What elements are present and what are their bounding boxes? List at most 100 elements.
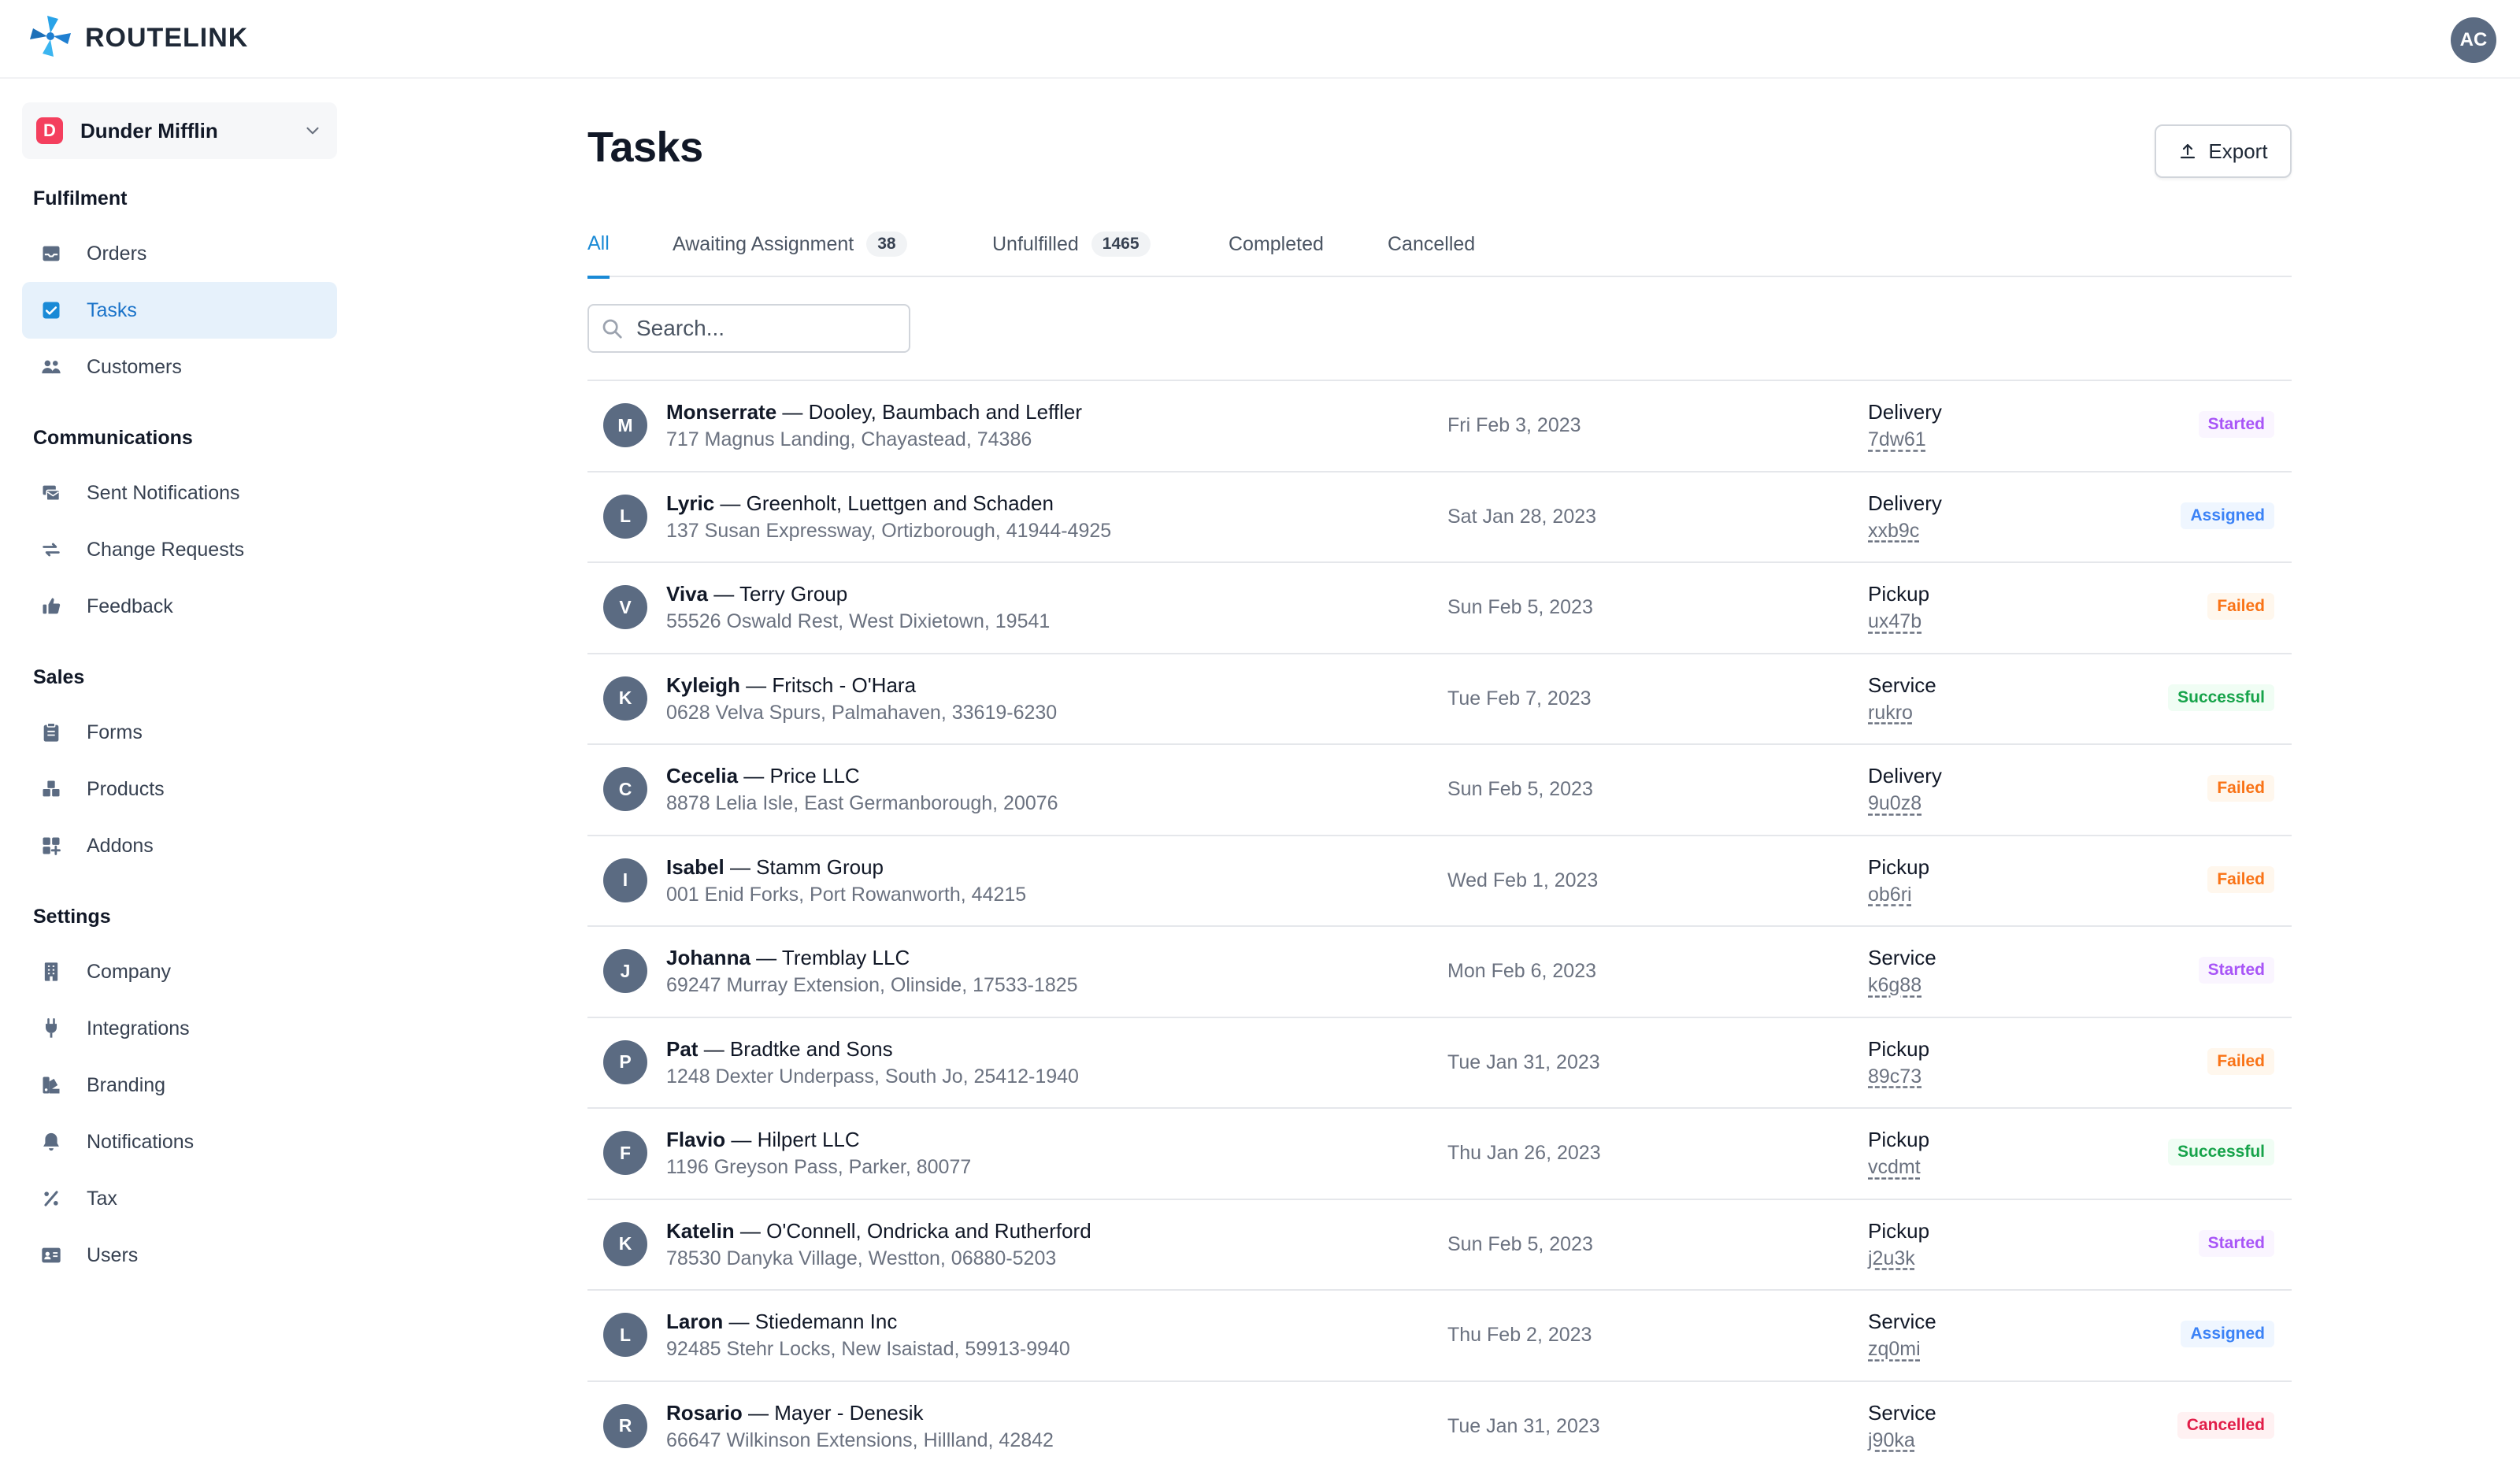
search-input[interactable] [636, 316, 888, 341]
sidebar-item-customers[interactable]: Customers [22, 339, 337, 395]
customer-address: 78530 Danyka Village, Westton, 06880-520… [666, 1247, 1057, 1269]
task-customer: Flavio — Hilpert LLC [666, 1128, 860, 1152]
boxes-icon [39, 777, 63, 801]
sidebar-item-sent-notifications[interactable]: Sent Notifications [22, 465, 337, 521]
sidebar-item-label: Orders [87, 242, 147, 265]
tab-unfulfilled[interactable]: Unfulfilled 1465 [992, 211, 1151, 277]
sidebar: D Dunder Mifflin Fulfilment Orders Tasks… [0, 80, 346, 1460]
customer-company: Greenholt, Luettgen and Schaden [746, 491, 1054, 515]
task-row[interactable]: L Laron — Stiedemann Inc 92485 Stehr Locks… [587, 1291, 2292, 1382]
task-row[interactable]: J Johanna — Tremblay LLC 69247 Murray Exte… [587, 927, 2292, 1018]
customer-name: Kyleigh [666, 673, 740, 697]
customer-avatar: M [603, 403, 647, 447]
task-type: Service [1868, 673, 1936, 697]
thumbs-up-icon [39, 595, 63, 618]
user-avatar[interactable]: AC [2451, 17, 2496, 63]
task-row[interactable]: V Viva — Terry Group 55526 Oswald Rest, We… [587, 563, 2292, 654]
task-row[interactable]: M Monserrate — Dooley, Baumbach and Leffl… [587, 381, 2292, 472]
task-reference-link[interactable]: xxb9c [1868, 520, 1919, 543]
sidebar-item-notifications[interactable]: Notifications [22, 1114, 337, 1170]
em-dash: — [723, 1310, 755, 1333]
customer-address: 1248 Dexter Underpass, South Jo, 25412-1… [666, 1065, 1079, 1088]
task-reference-link[interactable]: j2u3k [1868, 1247, 1915, 1270]
sidebar-item-label: Products [87, 777, 165, 800]
grid-plus-icon [39, 834, 63, 858]
status-badge: Started [2198, 411, 2274, 438]
task-type: Pickup [1868, 1218, 1930, 1243]
task-date: Tue Jan 31, 2023 [1447, 1051, 1600, 1073]
task-customer: Lyric — Greenholt, Luettgen and Schaden [666, 491, 1054, 516]
sidebar-item-tax[interactable]: Tax [22, 1170, 337, 1227]
logo[interactable]: ROUTELINK [27, 13, 248, 64]
task-type: Delivery [1868, 764, 1942, 787]
customer-company: Bradtke and Sons [729, 1036, 893, 1061]
sidebar-item-products[interactable]: Products [22, 761, 337, 817]
tab-awaiting-assignment[interactable]: Awaiting Assignment 38 [673, 211, 907, 277]
sidebar-item-orders[interactable]: Orders [22, 225, 337, 282]
task-date: Sun Feb 5, 2023 [1447, 1232, 1593, 1255]
task-row[interactable]: F Flavio — Hilpert LLC 1196 Greyson Pass, … [587, 1109, 2292, 1200]
tab-count-badge: 38 [866, 232, 907, 257]
status-badge: Started [2198, 957, 2274, 984]
customer-avatar: P [603, 1039, 647, 1084]
task-date: Thu Jan 26, 2023 [1447, 1142, 1601, 1164]
sidebar-item-tasks[interactable]: Tasks [22, 282, 337, 339]
task-type: Pickup [1868, 1128, 1930, 1151]
customer-address: 92485 Stehr Locks, New Isaistad, 59913-9… [666, 1338, 1070, 1360]
building-icon [39, 960, 63, 984]
sidebar-item-forms[interactable]: Forms [22, 704, 337, 761]
task-reference-link[interactable]: 7dw61 [1868, 428, 1926, 451]
task-date: Wed Feb 1, 2023 [1447, 869, 1599, 891]
task-row[interactable]: P Pat — Bradtke and Sons 1248 Dexter Under… [587, 1018, 2292, 1109]
sidebar-item-change-requests[interactable]: Change Requests [22, 521, 337, 578]
customer-name: Monserrate [666, 400, 777, 424]
customer-address: 001 Enid Forks, Port Rowanworth, 44215 [666, 883, 1027, 906]
task-reference-link[interactable]: 9u0z8 [1868, 792, 1922, 815]
sidebar-item-label: Integrations [87, 1017, 190, 1039]
sidebar-item-users[interactable]: Users [22, 1227, 337, 1284]
sidebar-item-label: Sent Notifications [87, 481, 240, 504]
sidebar-item-label: Feedback [87, 595, 173, 617]
task-row[interactable]: L Lyric — Greenholt, Luettgen and Schaden… [587, 472, 2292, 563]
task-reference-link[interactable]: zq0mi [1868, 1338, 1921, 1361]
task-reference-link[interactable]: k6g88 [1868, 974, 1922, 997]
task-reference-link[interactable]: ob6ri [1868, 884, 1912, 906]
task-date: Sat Jan 28, 2023 [1447, 505, 1597, 528]
task-customer: Kyleigh — Fritsch - O'Hara [666, 673, 916, 698]
task-reference-link[interactable]: rukro [1868, 702, 1913, 724]
task-row[interactable]: C Cecelia — Price LLC 8878 Lelia Isle, Eas… [587, 745, 2292, 836]
tab-bar: All Awaiting Assignment 38 Unfulfilled 1… [587, 211, 2292, 279]
task-row[interactable]: R Rosario — Mayer - Denesik 66647 Wilkinso… [587, 1382, 2292, 1460]
task-type: Delivery [1868, 491, 1942, 515]
sidebar-item-branding[interactable]: Branding [22, 1057, 337, 1114]
customer-avatar: L [603, 1313, 647, 1357]
customer-address: 66647 Wilkinson Extensions, Hillland, 42… [666, 1429, 1054, 1451]
customer-company: Fritsch - O'Hara [772, 673, 917, 697]
customer-address: 8878 Lelia Isle, East Germanborough, 200… [666, 792, 1058, 814]
task-reference-link[interactable]: j90ka [1868, 1429, 1915, 1452]
em-dash: — [708, 582, 739, 606]
sidebar-item-feedback[interactable]: Feedback [22, 578, 337, 635]
organization-selector[interactable]: D Dunder Mifflin [22, 102, 337, 159]
tab-all[interactable]: All [587, 211, 610, 279]
tab-completed[interactable]: Completed [1228, 211, 1324, 277]
task-reference-link[interactable]: vcdmt [1868, 1156, 1921, 1179]
task-row[interactable]: I Isabel — Stamm Group 001 Enid Forks, Por… [587, 836, 2292, 927]
task-row[interactable]: K Katelin — O'Connell, Ondricka and Ruthe… [587, 1200, 2292, 1291]
sidebar-item-addons[interactable]: Addons [22, 817, 337, 874]
export-label: Export [2208, 139, 2268, 163]
sidebar-item-label: Customers [87, 355, 182, 378]
tab-cancelled[interactable]: Cancelled [1388, 211, 1475, 277]
task-date: Fri Feb 3, 2023 [1447, 414, 1581, 436]
status-badge: Failed [2207, 775, 2274, 802]
sidebar-item-label: Users [87, 1243, 139, 1266]
em-dash: — [724, 854, 757, 879]
export-button[interactable]: Export [2155, 124, 2292, 178]
sidebar-item-integrations[interactable]: Integrations [22, 1000, 337, 1057]
sidebar-item-company[interactable]: Company [22, 943, 337, 1000]
page-title: Tasks [587, 124, 703, 171]
sidebar-item-label: Addons [87, 834, 154, 857]
task-reference-link[interactable]: 89c73 [1868, 1065, 1922, 1088]
task-row[interactable]: K Kyleigh — Fritsch - O'Hara 0628 Velva Sp… [587, 654, 2292, 745]
task-reference-link[interactable]: ux47b [1868, 610, 1922, 633]
